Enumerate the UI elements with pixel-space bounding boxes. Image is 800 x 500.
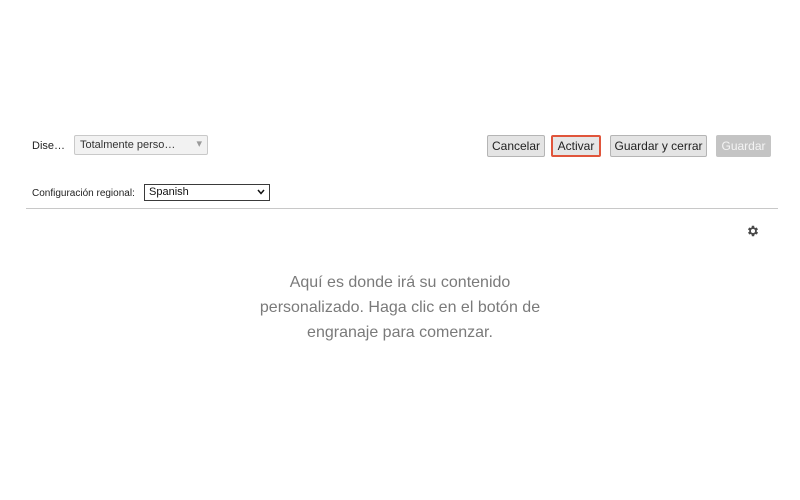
chevron-down-icon: ▾ (196, 138, 202, 150)
design-select-value: Totalmente perso… (80, 139, 176, 151)
locale-select[interactable]: Spanish (144, 184, 270, 201)
empty-content-message: Aquí es donde irá su contenido personali… (200, 270, 600, 345)
page-builder: Dise… Totalmente perso… ▾ Cancelar Activ… (0, 0, 800, 500)
toolbar: Dise… Totalmente perso… ▾ Cancelar Activ… (0, 132, 800, 162)
message-line: personalizado. Haga clic en el botón de (259, 299, 541, 316)
locale-select-value: Spanish (149, 186, 189, 198)
design-label: Dise… (32, 140, 66, 152)
save-and-close-button[interactable]: Guardar y cerrar (610, 135, 707, 157)
gear-icon[interactable] (746, 224, 760, 238)
save-button[interactable]: Guardar (716, 135, 771, 157)
cancel-button[interactable]: Cancelar (487, 135, 545, 157)
activate-button[interactable]: Activar (551, 135, 601, 157)
design-select[interactable]: Totalmente perso… ▾ (74, 135, 208, 155)
locale-row: Configuración regional: Spanish (0, 182, 800, 204)
chevron-down-icon (257, 189, 265, 195)
divider (26, 208, 778, 209)
message-line: Aquí es donde irá su contenido (289, 274, 511, 291)
message-line: engranaje para comenzar. (307, 324, 493, 341)
locale-label: Configuración regional: (32, 188, 135, 199)
